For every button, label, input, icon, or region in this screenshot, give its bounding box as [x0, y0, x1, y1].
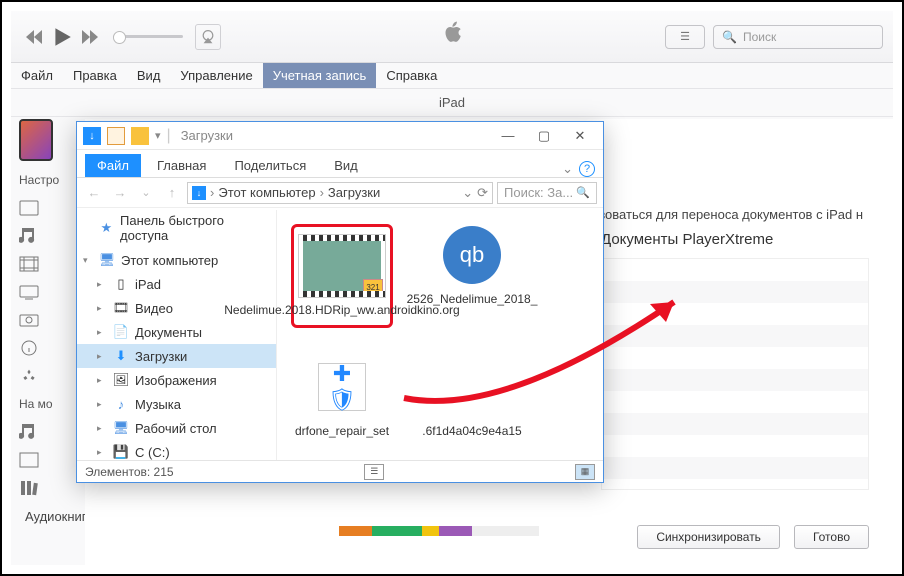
sidebar-ipad[interactable]: ▸▯iPad: [77, 272, 276, 296]
sidebar-quick-access[interactable]: ★Панель быстрого доступа: [77, 216, 276, 240]
sidebar-desktop[interactable]: ▸🖥Рабочий стол: [77, 416, 276, 440]
file-exe[interactable]: ✚🛡 drfone_repair_set: [291, 356, 393, 438]
recent-icon[interactable]: ⌄: [135, 182, 157, 204]
tab-view[interactable]: Вид: [322, 154, 370, 177]
file-video[interactable]: 321 Nedelimue.2018.HDRip_ww.androidkino.…: [291, 224, 393, 328]
explorer-minimize-icon[interactable]: —: [491, 125, 525, 147]
explorer-sidebar: ★Панель быстрого доступа ▾🖥Этот компьюте…: [77, 210, 277, 460]
explorer-icon: ↓: [83, 127, 101, 145]
address-bar: ← → ⌄ ↑ ↓ › Этот компьютер › Загрузки ⌄⟳…: [77, 178, 603, 208]
status-count: Элементов: 215: [85, 465, 174, 479]
ribbon-expand-icon[interactable]: ⌄: [562, 161, 573, 177]
menu-view[interactable]: Вид: [127, 63, 171, 88]
qat-props-icon[interactable]: [107, 127, 125, 145]
airplay-icon[interactable]: [195, 24, 221, 50]
help-icon[interactable]: ?: [579, 161, 595, 177]
documents-list[interactable]: [601, 258, 869, 490]
itunes-toolbar: ☰ 🔍 Поиск: [11, 11, 893, 63]
list-view-icon[interactable]: ☰: [665, 25, 705, 49]
up-icon[interactable]: ↑: [161, 182, 183, 204]
section-onmy: На мо: [11, 391, 81, 417]
menu-file[interactable]: Файл: [11, 63, 63, 88]
sidebar-photos-icon[interactable]: [19, 307, 53, 333]
menu-edit[interactable]: Правка: [63, 63, 127, 88]
sidebar-music-icon[interactable]: [19, 223, 53, 249]
explorer-titlebar: ↓ ▾ | Загрузки — ▢ ✕: [77, 122, 603, 150]
storage-bar: [339, 526, 539, 536]
chevron-sep: |: [167, 127, 171, 145]
itunes-sidebar: Настро На мо Аудиокниги: [11, 119, 81, 565]
icons-view-icon[interactable]: ▦: [575, 464, 595, 480]
sidebar-summary-icon[interactable]: [19, 195, 53, 221]
device-header: iPad: [11, 89, 893, 117]
tab-home[interactable]: Главная: [145, 154, 218, 177]
file-torrent[interactable]: qb 2526_Nedelimue_2018_: [421, 224, 523, 328]
sidebar-c-drive[interactable]: ▸💾C (C:): [77, 440, 276, 460]
sidebar-this-pc[interactable]: ▾🖥Этот компьютер: [77, 248, 276, 272]
back-icon[interactable]: ←: [83, 182, 105, 204]
search-placeholder: Поиск: [743, 30, 776, 44]
exe-icon: ✚🛡: [299, 356, 385, 418]
qat-overflow-icon[interactable]: ▾: [155, 129, 161, 142]
explorer-search[interactable]: Поиск: За...🔍: [497, 182, 597, 204]
documents-header: Документы PlayerXtreme: [601, 231, 869, 248]
section-settings: Настро: [11, 167, 81, 193]
sidebar-movies-icon[interactable]: [19, 251, 53, 277]
explorer-maximize-icon[interactable]: ▢: [527, 125, 561, 147]
address-field[interactable]: ↓ › Этот компьютер › Загрузки ⌄⟳: [187, 182, 493, 204]
explorer-window: ↓ ▾ | Загрузки — ▢ ✕ Файл Главная Подели…: [76, 121, 604, 483]
tab-file[interactable]: Файл: [85, 154, 141, 177]
file-data[interactable]: .6f1d4a04c9e4a15: [421, 356, 523, 438]
explorer-title: Загрузки: [181, 128, 233, 143]
sync-button[interactable]: Синхронизировать: [637, 525, 780, 549]
search-input[interactable]: 🔍 Поиск: [713, 25, 883, 49]
volume-slider[interactable]: [113, 35, 183, 38]
tab-share[interactable]: Поделиться: [222, 154, 318, 177]
qat-folder-icon[interactable]: [131, 127, 149, 145]
menu-controls[interactable]: Управление: [170, 63, 262, 88]
sidebar-audiobooks[interactable]: Аудиокниги: [19, 503, 73, 529]
prev-track-icon[interactable]: [23, 26, 45, 48]
sidebar-movies2-icon[interactable]: [19, 447, 53, 473]
sidebar-apps-icon[interactable]: [19, 363, 53, 389]
files-area[interactable]: 321 Nedelimue.2018.HDRip_ww.androidkino.…: [277, 210, 603, 460]
ipad-thumbnail[interactable]: [19, 119, 53, 161]
done-button[interactable]: Готово: [794, 525, 869, 549]
ribbon: Файл Главная Поделиться Вид ⌄?: [77, 150, 603, 178]
sidebar-music[interactable]: ▸♪Музыка: [77, 392, 276, 416]
sidebar-tv-icon[interactable]: [19, 279, 53, 305]
info-text: зоваться для переноса документов с iPad …: [599, 207, 863, 222]
file-icon: [429, 356, 515, 418]
forward-icon[interactable]: →: [109, 182, 131, 204]
next-track-icon[interactable]: [79, 26, 101, 48]
chevron-down-icon[interactable]: ⌄: [462, 185, 473, 201]
sidebar-music2-icon[interactable]: [19, 419, 53, 445]
play-icon[interactable]: [51, 26, 73, 48]
sidebar-downloads[interactable]: ▸⬇Загрузки: [77, 344, 276, 368]
search-icon: 🔍: [576, 186, 590, 199]
sidebar-images[interactable]: ▸🖼Изображения: [77, 368, 276, 392]
explorer-close-icon[interactable]: ✕: [563, 125, 597, 147]
menu-help[interactable]: Справка: [376, 63, 447, 88]
status-bar: Элементов: 215 ☰ ▦: [77, 460, 603, 482]
apple-logo-icon: [441, 20, 463, 53]
video-thumbnail-icon: 321: [299, 235, 385, 297]
sidebar-info-icon[interactable]: [19, 335, 53, 361]
sidebar-documents[interactable]: ▸📄Документы: [77, 320, 276, 344]
details-view-icon[interactable]: ☰: [364, 464, 384, 480]
downloads-icon: ↓: [192, 186, 206, 200]
menu-account[interactable]: Учетная запись: [263, 63, 377, 88]
search-icon: 🔍: [722, 30, 737, 44]
menubar: Файл Правка Вид Управление Учетная запис…: [11, 63, 893, 89]
refresh-icon[interactable]: ⟳: [477, 185, 488, 201]
qbittorrent-icon: qb: [429, 224, 515, 286]
sidebar-books-icon[interactable]: [19, 475, 53, 501]
